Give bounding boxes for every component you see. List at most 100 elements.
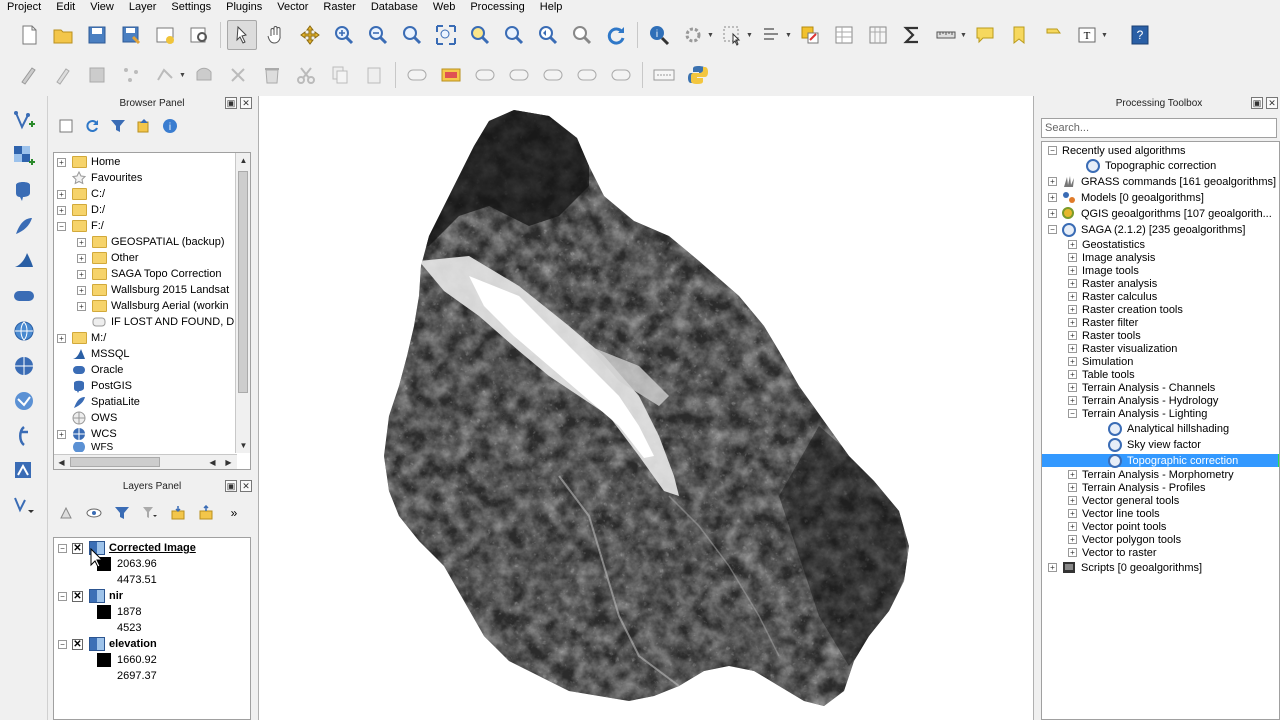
scroll-down-arrow[interactable]: ▼	[237, 439, 250, 452]
toggle-editing-icon[interactable]	[48, 60, 78, 90]
open-attribute-table-icon[interactable]	[829, 20, 859, 50]
provider-grass[interactable]: + GRASS commands [161 geoalgorithms]	[1048, 175, 1276, 188]
chevron-down-icon[interactable]: ▼	[960, 32, 968, 39]
saga-group[interactable]: + Terrain Analysis - Morphometry	[1068, 468, 1234, 481]
collapse-all-icon[interactable]	[134, 116, 154, 136]
provider-saga[interactable]: − SAGA (2.1.2) [235 geoalgorithms]	[1048, 222, 1245, 237]
layer-corrected-image[interactable]: − ✕ Corrected Image	[58, 540, 196, 556]
refresh-icon[interactable]	[82, 116, 102, 136]
show-bookmarks-icon[interactable]	[1038, 20, 1068, 50]
scroll-thumb[interactable]	[238, 171, 248, 393]
measure-line-icon[interactable]	[931, 20, 961, 50]
tree-item-wallsburg-aerial[interactable]: + Wallsburg Aerial (workin	[77, 298, 229, 314]
provider-qgis[interactable]: + QGIS geoalgorithms [107 geoalgorith...	[1048, 207, 1272, 220]
more-tools-icon[interactable]: »	[224, 503, 244, 523]
add-wms-layer-icon[interactable]	[9, 316, 39, 346]
expand-all-icon[interactable]	[168, 503, 188, 523]
menu-database[interactable]: Database	[364, 1, 426, 13]
provider-scripts[interactable]: + Scripts [0 geoalgorithms]	[1048, 561, 1202, 574]
refresh-icon[interactable]	[601, 20, 631, 50]
deselect-features-icon[interactable]	[795, 20, 825, 50]
add-wfs-layer-icon[interactable]	[9, 386, 39, 416]
tree-item-m-drive[interactable]: + M:/	[57, 330, 106, 346]
chevron-down-icon[interactable]: ▼	[746, 32, 754, 39]
toolbox-search-input[interactable]: Search...	[1041, 118, 1277, 138]
add-raster-layer-icon[interactable]	[9, 141, 39, 171]
map-canvas[interactable]	[258, 96, 1034, 720]
save-layer-edits-icon[interactable]	[82, 60, 112, 90]
layer-visibility-checkbox[interactable]: ✕	[72, 638, 83, 650]
open-project-icon[interactable]	[48, 20, 78, 50]
text-annotation-icon[interactable]: T	[1072, 20, 1102, 50]
menu-help[interactable]: Help	[533, 1, 571, 13]
styling-icon[interactable]	[56, 503, 76, 523]
scroll-up-arrow[interactable]: ▲	[237, 154, 250, 167]
close-panel-button[interactable]: ✕	[240, 97, 252, 109]
filter-icon[interactable]	[108, 116, 128, 136]
move-feature-icon[interactable]	[150, 60, 180, 90]
select-features-icon[interactable]	[717, 20, 747, 50]
new-bookmark-icon[interactable]	[1004, 20, 1034, 50]
label-toolbar-icon[interactable]	[402, 60, 432, 90]
scroll-left-arrow[interactable]: ◀	[55, 456, 68, 469]
tree-item-oracle[interactable]: Oracle	[57, 362, 123, 378]
menu-view[interactable]: View	[83, 1, 122, 13]
delete-selected-icon[interactable]	[223, 60, 253, 90]
zoom-to-layer-icon[interactable]	[499, 20, 529, 50]
select-by-expression-icon[interactable]	[756, 20, 786, 50]
add-spatialite-layer-icon[interactable]	[9, 211, 39, 241]
new-print-composer-icon[interactable]	[150, 20, 180, 50]
vertical-scrollbar[interactable]: ▲ ▼	[235, 153, 250, 453]
trash-icon[interactable]	[257, 60, 287, 90]
eye-icon[interactable]	[84, 503, 104, 523]
tree-item-saga-topo[interactable]: + SAGA Topo Correction	[77, 266, 221, 282]
collapse-all-icon[interactable]	[196, 503, 216, 523]
saga-group[interactable]: + Raster analysis	[1068, 277, 1157, 290]
zoom-full-icon[interactable]	[431, 20, 461, 50]
close-panel-button[interactable]: ✕	[1266, 97, 1278, 109]
new-shapefile-layer-icon[interactable]	[9, 456, 39, 486]
chevron-down-icon[interactable]: ▼	[179, 72, 187, 79]
menu-processing[interactable]: Processing	[463, 1, 532, 13]
add-delimited-text-layer-icon[interactable]	[9, 421, 39, 451]
saga-group[interactable]: + Vector to raster	[1068, 546, 1157, 559]
copy-features-icon[interactable]	[325, 60, 355, 90]
zoom-native-icon[interactable]	[397, 20, 427, 50]
add-feature-icon[interactable]	[116, 60, 146, 90]
tree-item-d-drive[interactable]: + D:/	[57, 202, 105, 218]
menu-project[interactable]: Project	[0, 1, 49, 13]
algorithm-topographic-correction-selected[interactable]: Topographic correction	[1042, 453, 1279, 468]
pan-to-selection-icon[interactable]	[295, 20, 325, 50]
pan-map-icon[interactable]	[261, 20, 291, 50]
recent-topographic-correction[interactable]: Topographic correction	[1086, 158, 1216, 173]
filter-legend-icon[interactable]	[140, 503, 160, 523]
scroll-thumb[interactable]	[70, 457, 160, 467]
tree-item-geospatial-backup[interactable]: + GEOSPATIAL (backup)	[77, 234, 225, 250]
node-tool-icon[interactable]	[189, 60, 219, 90]
field-calculator-icon[interactable]	[863, 20, 893, 50]
provider-models[interactable]: + Models [0 geoalgorithms]	[1048, 191, 1204, 204]
saga-group[interactable]: + Simulation	[1068, 355, 1133, 368]
map-tips-icon[interactable]	[970, 20, 1000, 50]
paste-features-icon[interactable]	[359, 60, 389, 90]
menu-edit[interactable]: Edit	[49, 1, 83, 13]
saga-group[interactable]: + Geostatistics	[1068, 238, 1145, 251]
tree-item-f-drive[interactable]: − F:/	[57, 218, 104, 234]
scroll-left-arrow[interactable]: ◀	[206, 456, 219, 469]
saga-group[interactable]: + Table tools	[1068, 368, 1135, 381]
filter-icon[interactable]	[112, 503, 132, 523]
rotate-label-icon[interactable]	[606, 60, 636, 90]
new-project-icon[interactable]	[14, 20, 44, 50]
tree-item-other[interactable]: + Other	[77, 250, 139, 266]
info-icon[interactable]: i	[160, 116, 180, 136]
tree-item-favourites[interactable]: Favourites	[57, 170, 142, 186]
menu-settings[interactable]: Settings	[164, 1, 219, 13]
saga-group[interactable]: + Raster creation tools	[1068, 303, 1183, 316]
zoom-out-icon[interactable]	[363, 20, 393, 50]
saga-group[interactable]: + Raster filter	[1068, 316, 1138, 329]
zoom-next-icon[interactable]	[567, 20, 597, 50]
tree-item-wcs[interactable]: + WCS	[57, 426, 117, 442]
tree-item-postgis[interactable]: PostGIS	[57, 378, 132, 394]
saga-group[interactable]: + Raster calculus	[1068, 290, 1157, 303]
algorithm-sky-view-factor[interactable]: Sky view factor	[1108, 437, 1201, 452]
